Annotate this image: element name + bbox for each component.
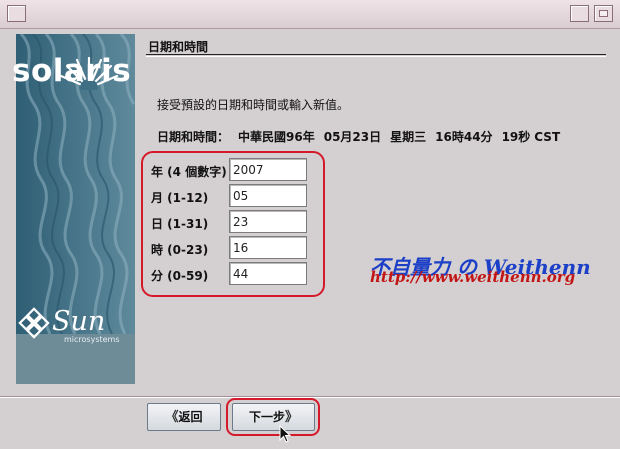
instruction-text: 接受預設的日期和時間或輸入新值。 [157, 98, 350, 112]
current-weekday: 星期三 [390, 130, 427, 144]
chevron-right-icon: 》 [285, 410, 299, 425]
page-title: 日期和時間 [148, 40, 209, 54]
current-datetime-line: 日期和時間： 中華民國96年 05月23日 星期三 16時44分 19秒 CST [157, 128, 569, 145]
mouse-cursor-icon [279, 425, 292, 443]
current-timezone: CST [534, 130, 561, 144]
solaris-logo: solaris [12, 53, 132, 89]
minute-label: 分 (0-59) [151, 269, 209, 283]
current-date: 05月23日 [323, 130, 382, 144]
hour-label: 時 (0-23) [151, 243, 209, 257]
sun-logo-text: Sun [52, 306, 106, 337]
next-button[interactable]: 下一步》 [232, 403, 315, 431]
current-year: 96年 [286, 130, 315, 144]
maximize-button[interactable] [594, 5, 613, 22]
month-label: 月 (1-12) [151, 191, 209, 205]
next-button-label: 下一步 [248, 410, 285, 424]
back-button[interactable]: 《返回 [147, 403, 221, 431]
current-time: 16時44分 [435, 130, 493, 144]
minimize-button[interactable] [570, 5, 589, 22]
day-input[interactable] [229, 210, 307, 233]
back-button-label: 返回 [178, 410, 203, 424]
current-datetime-label: 日期和時間： [157, 130, 230, 144]
current-era: 中華民國 [238, 130, 287, 144]
title-divider [146, 54, 606, 55]
window-menu-button[interactable] [7, 5, 26, 22]
day-label: 日 (1-31) [151, 217, 209, 231]
watermark-url: http://www.weithenn.org [370, 268, 576, 286]
sun-logo-subtext: microsystems [64, 335, 120, 344]
year-input[interactable] [229, 158, 307, 181]
current-seconds: 19秒 [501, 130, 531, 144]
hour-input[interactable] [229, 236, 307, 259]
chevron-left-icon: 《 [165, 410, 179, 425]
minute-input[interactable] [229, 262, 307, 285]
year-label: 年 (4 個數字) [151, 165, 227, 179]
sun-logo-icon [18, 307, 50, 339]
title-divider-highlight [146, 56, 606, 57]
window-titlebar [0, 0, 620, 29]
month-input[interactable] [229, 184, 307, 207]
